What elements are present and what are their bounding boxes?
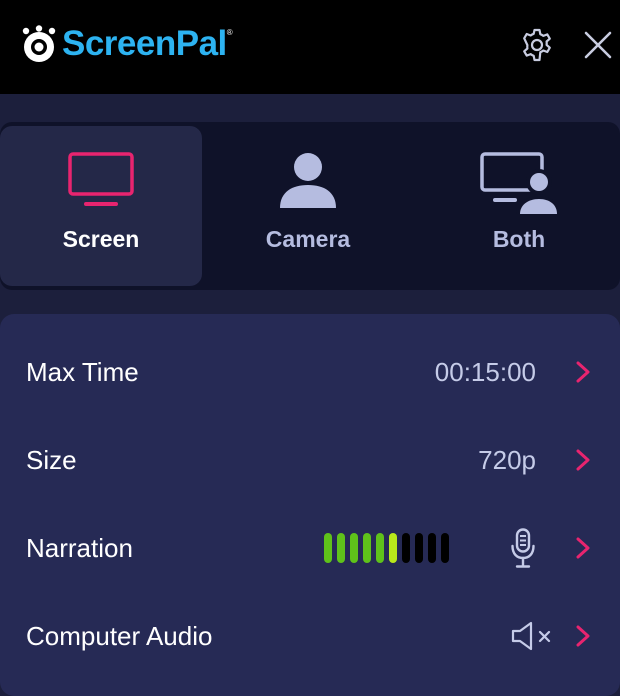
speaker-muted-icon[interactable]	[511, 620, 561, 652]
computer-audio-row[interactable]: Computer Audio	[0, 592, 620, 680]
screenpal-logo: ScreenPal ®	[20, 24, 233, 64]
size-value: 720p	[478, 445, 536, 475]
level-bar	[337, 533, 345, 563]
level-bar	[441, 533, 449, 563]
monitor-person-icon	[480, 152, 559, 214]
computer-audio-label: Computer Audio	[26, 621, 213, 651]
level-bar	[389, 533, 397, 563]
recording-mode-selector: Screen Camera Both	[0, 122, 620, 290]
max-time-label: Max Time	[26, 357, 139, 387]
narration-label: Narration	[26, 533, 133, 563]
max-time-value: 00:15:00	[434, 357, 536, 387]
mode-tab-screen[interactable]: Screen	[0, 126, 202, 286]
level-bar	[428, 533, 436, 563]
size-row[interactable]: Size 720p	[0, 416, 620, 504]
registered-mark: ®	[226, 28, 233, 37]
level-bar	[324, 533, 332, 563]
mode-label-both: Both	[492, 226, 546, 252]
level-bar	[363, 533, 371, 563]
gear-icon	[523, 28, 551, 62]
chevron-right-icon	[572, 624, 594, 648]
level-bar	[376, 533, 384, 563]
narration-row[interactable]: Narration	[0, 504, 620, 592]
microphone-icon[interactable]	[510, 528, 536, 568]
narration-level-meter	[324, 533, 449, 563]
recording-settings-panel: Max Time 00:15:00 Size 720p Narration Co…	[0, 314, 620, 696]
mode-tab-camera[interactable]: Camera	[207, 126, 409, 286]
close-icon	[584, 31, 612, 59]
chevron-right-icon	[572, 360, 594, 384]
brand-name: ScreenPal	[62, 24, 227, 63]
level-bar	[415, 533, 423, 563]
monitor-icon	[68, 152, 134, 206]
app-header: ScreenPal ®	[0, 0, 620, 94]
chevron-right-icon	[572, 448, 594, 472]
mode-label-camera: Camera	[265, 226, 351, 252]
close-button[interactable]	[580, 27, 616, 63]
person-icon	[280, 153, 336, 208]
size-label: Size	[26, 445, 77, 475]
chevron-right-icon	[572, 536, 594, 560]
mode-label-screen: Screen	[62, 226, 140, 252]
screenpal-logo-icon	[22, 25, 56, 62]
mode-tab-both[interactable]: Both	[418, 126, 620, 286]
settings-button[interactable]	[519, 27, 555, 63]
level-bar	[350, 533, 358, 563]
max-time-row[interactable]: Max Time 00:15:00	[0, 328, 620, 416]
level-bar	[402, 533, 410, 563]
